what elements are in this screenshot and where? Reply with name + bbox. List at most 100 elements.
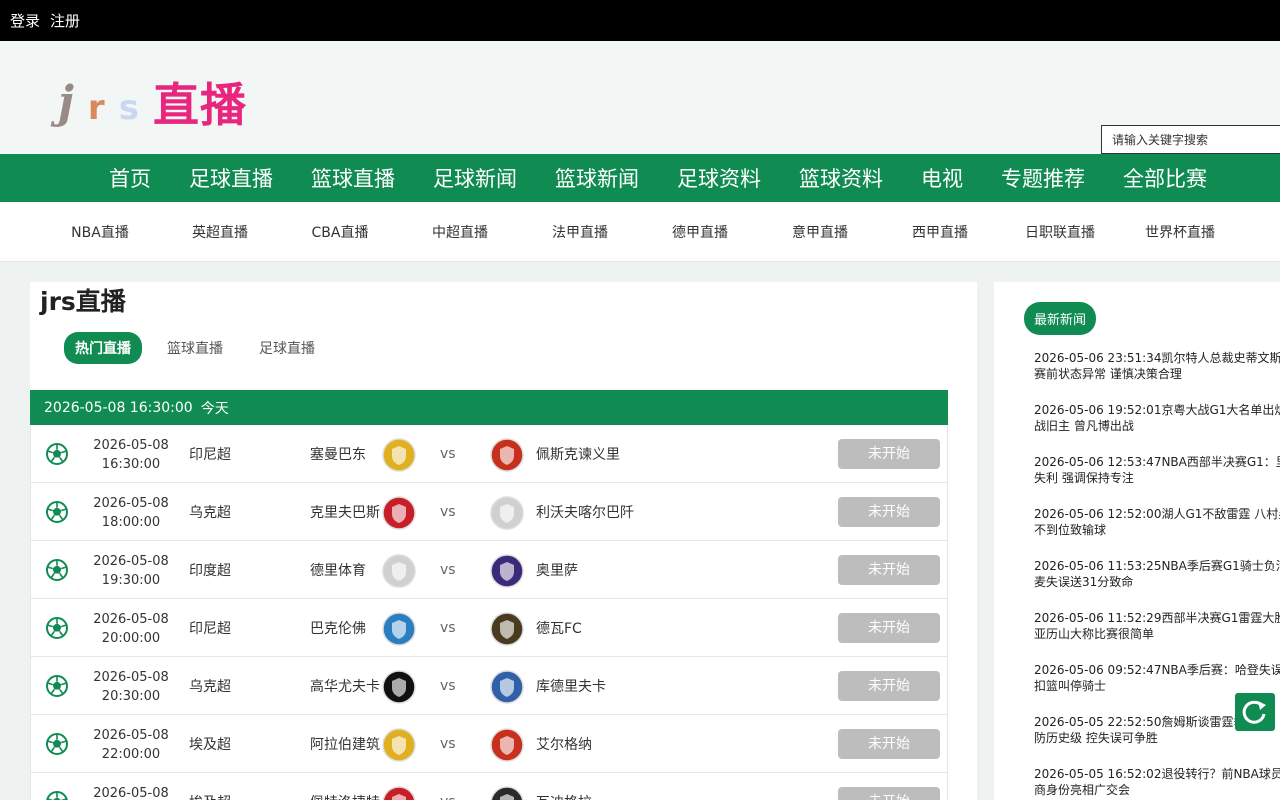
soccer-ball-icon [46,501,68,523]
home-team-name: 德里体育 [310,563,366,579]
league-nav-item[interactable]: 日职联直播 [1000,222,1120,242]
logo-text: 直播 [152,78,247,132]
league-nav-item[interactable]: CBA直播 [280,222,400,242]
match-status-button[interactable]: 未开始 [838,671,940,701]
league-nav-item[interactable]: 意甲直播 [760,222,880,242]
match-time: 2026-05-08 [91,784,171,800]
away-team-name: 德瓦FC [536,621,582,637]
tab-item[interactable]: 篮球直播 [156,332,234,364]
match-time: 2026-05-08 22:00:00 [91,726,171,764]
home-team-name: 塞曼巴东 [310,447,366,463]
live-tabs: 热门直播 篮球直播 足球直播 [64,332,340,364]
match-row: 2026-05-08 19:30:00 印度超 德里体育 vs 奥里萨 未开始 [31,541,947,599]
home-team-crest-icon [382,496,416,530]
away-team-name: 利沃夫喀尔巴阡 [536,505,634,521]
tab-item[interactable]: 足球直播 [248,332,326,364]
tab-item[interactable]: 热门直播 [64,332,142,364]
match-date: 2026-05-08 [93,554,169,569]
league-nav-item[interactable]: 英超直播 [160,222,280,242]
top-bar: 登录 注册 [0,0,1280,41]
news-headline-line2: 麦失误送31分致命 [1034,575,1134,589]
away-team-name: 瓦迪格拉 [536,792,592,800]
live-panel: jrs直播 热门直播 篮球直播 足球直播 2026-05-08 16:30:00 今… [30,282,977,800]
soccer-ball-icon [46,617,68,639]
logo-letter-j: j [58,77,74,128]
main-nav: 首页 足球直播 篮球直播 足球新闻 篮球新闻 足球资料 篮球资料 电视 专题推荐 全部比赛 [0,154,1280,202]
news-headline-line2: 失利 强调保持专注 [1034,471,1134,485]
league-nav-item[interactable]: 西甲直播 [880,222,1000,242]
soccer-ball-icon [46,675,68,697]
nav-item[interactable]: 全部比赛 [1104,163,1226,193]
date-band: 2026-05-08 16:30:00 今天 [30,390,948,425]
news-item[interactable]: 2026-05-06 12:53:47NBA西部半决赛G1：里 失利 强调保持专注 [1034,454,1280,506]
vs-label: vs [440,562,456,578]
match-clock: 18:00:00 [101,515,161,530]
nav-item[interactable]: 篮球新闻 [536,163,658,193]
match-status-button[interactable]: 未开始 [838,613,940,643]
home-team-crest-icon [382,670,416,704]
news-headline-line1: 2026-05-06 11:53:25NBA季后赛G1骑士负活塞 [1034,559,1280,573]
match-date: 2026-05-08 [93,728,169,743]
search-input[interactable]: 请输入关键字搜索 [1101,125,1280,154]
match-time: 2026-05-08 18:00:00 [91,494,171,532]
news-item[interactable]: 2026-05-06 19:52:01京粤大战G1大名单出炉： 战旧主 曾凡博出战 [1034,402,1280,454]
league-nav: NBA直播 英超直播 CBA直播 中超直播 法甲直播 德甲直播 意甲直播 西甲直播 日职联直播世… [0,202,1280,262]
away-team-crest-icon [490,670,524,704]
soccer-ball-icon [46,443,68,465]
match-date: 2026-05-08 [93,786,169,800]
nav-item[interactable]: 足球新闻 [414,163,536,193]
home-team-name: 阿拉伯建筑 [310,737,380,753]
home-team-crest-icon [382,612,416,646]
refresh-button[interactable] [1235,693,1275,731]
league-nav-item[interactable]: NBA直播 [40,222,160,242]
vs-label: vs [440,504,456,520]
site-logo[interactable]: j r s 直播 [58,77,247,128]
nav-item[interactable]: 足球资料 [658,163,780,193]
league-nav-item[interactable]: 中超直播 [400,222,520,242]
nav-item[interactable]: 篮球资料 [780,163,902,193]
nav-item[interactable]: 足球直播 [170,163,292,193]
home-team-crest-icon [382,554,416,588]
league-nav-item[interactable]: 世界杯直播 [1120,222,1240,242]
news-item[interactable]: 2026-05-05 16:52:02退役转行？前NBA球员现 商身份亮相广交会 [1034,766,1280,800]
nav-item[interactable]: 篮球直播 [292,163,414,193]
news-item[interactable]: 2026-05-06 11:53:25NBA季后赛G1骑士负活塞 麦失误送31分致… [1034,558,1280,610]
match-status-button[interactable]: 未开始 [838,497,940,527]
match-status-button[interactable]: 未开始 [838,555,940,585]
match-league: 印尼超 [189,621,231,637]
match-league: 埃及超 [189,737,231,753]
news-headline-line1: 2026-05-06 23:51:34凯尔特人总裁史蒂文斯： [1034,351,1280,365]
register-link[interactable]: 注册 [50,10,80,31]
league-nav-item[interactable]: 德甲直播 [640,222,760,242]
home-team-crest-icon [382,438,416,472]
soccer-ball-icon [46,791,68,800]
login-link[interactable]: 登录 [10,10,40,31]
away-team-name: 奥里萨 [536,563,578,579]
match-status-button[interactable]: 未开始 [838,439,940,469]
soccer-ball-icon [46,559,68,581]
match-date: 2026-05-08 [93,438,169,453]
away-team-name: 艾尔格纳 [536,737,592,753]
news-headline-line2: 防历史级 控失误可争胜 [1034,731,1158,745]
match-league: 印度超 [189,563,231,579]
home-team-name: 高华尤夫卡 [310,679,380,695]
news-item[interactable]: 2026-05-06 11:52:29西部半决赛G1雷霆大胜湖 亚历山大称比赛很简… [1034,610,1280,662]
match-clock: 20:00:00 [101,631,161,646]
match-clock: 20:30:00 [101,689,161,704]
away-team-name: 库德里夫卡 [536,679,606,695]
news-headline-line1: 2026-05-06 19:52:01京粤大战G1大名单出炉： [1034,403,1280,417]
nav-item[interactable]: 专题推荐 [982,163,1104,193]
news-item[interactable]: 2026-05-06 23:51:34凯尔特人总裁史蒂文斯： 赛前状态异常 谨慎决… [1034,350,1280,402]
news-headline-line2: 商身份亮相广交会 [1034,783,1131,797]
nav-item[interactable]: 电视 [902,163,982,193]
away-team-crest-icon [490,496,524,530]
match-status-button[interactable]: 未开始 [838,729,940,759]
home-team-name: 克里夫巴斯 [310,505,380,521]
home-team-crest-icon [382,728,416,762]
news-item[interactable]: 2026-05-06 12:52:00湖人G1不敌雷霆 八村塁 不到位致输球 [1034,506,1280,558]
away-team-crest-icon [490,438,524,472]
nav-item[interactable]: 首页 [90,163,170,193]
match-status-button[interactable]: 未开始 [838,787,940,800]
vs-label: vs [440,794,456,800]
league-nav-item[interactable]: 法甲直播 [520,222,640,242]
